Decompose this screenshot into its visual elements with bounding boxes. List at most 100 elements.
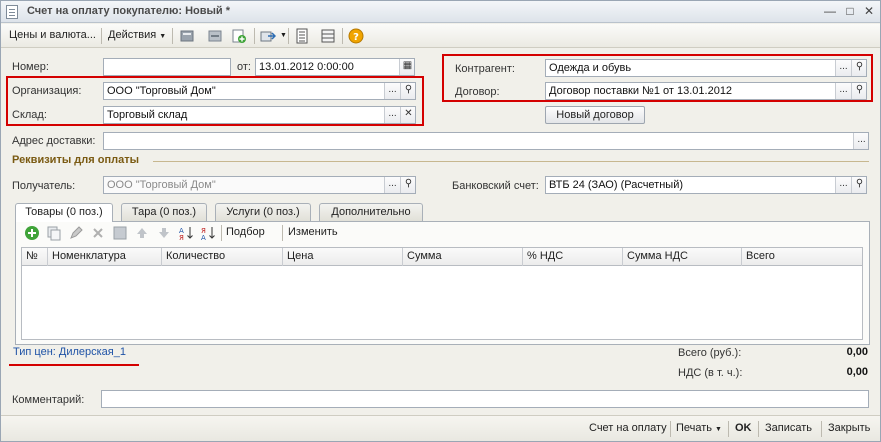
ok-button[interactable]: OK (735, 422, 752, 434)
document-icon (6, 5, 18, 19)
price-type-link[interactable]: Тип цен: Дилерская_1 (13, 346, 126, 358)
svg-text:A: A (201, 234, 206, 241)
sort-ascending-icon[interactable]: AЯ (178, 225, 194, 241)
toolbar-separator (758, 421, 759, 437)
column-header-vat-amount[interactable]: Сумма НДС (623, 248, 742, 266)
prices-currency-button[interactable]: Цены и валюта... (9, 29, 96, 41)
toolbar-separator (221, 225, 222, 241)
toolbar-separator (670, 421, 671, 437)
change-button[interactable]: Изменить (288, 226, 338, 238)
counterparty-field[interactable]: Одежда и обувь ... ⚲ (545, 59, 867, 77)
select-ellipsis-icon[interactable]: ... (835, 83, 851, 99)
maximize-icon[interactable]: □ (842, 4, 858, 19)
number-field[interactable] (103, 58, 231, 76)
close-icon[interactable]: ✕ (861, 4, 877, 19)
column-header-nomenclature[interactable]: Номенклатура (48, 248, 162, 266)
minimize-icon[interactable]: — (822, 4, 838, 19)
invoice-window: Счет на оплату покупателю: Новый * — □ ✕… (0, 0, 881, 442)
recipient-field[interactable]: ООО "Торговый Дом" ... ⚲ (103, 176, 416, 194)
dropdown-caret-icon: ▼ (159, 33, 167, 40)
toolbar-separator (342, 28, 343, 44)
save-row-icon[interactable] (112, 225, 128, 241)
save-button[interactable]: Записать (765, 422, 812, 434)
move-up-icon[interactable] (134, 225, 150, 241)
highlight-underline (9, 364, 139, 366)
column-header-number[interactable]: № (22, 248, 48, 266)
comment-label: Комментарий: (12, 394, 85, 406)
comment-field[interactable] (101, 390, 869, 408)
bank-account-label: Банковский счет: (452, 180, 539, 192)
search-icon[interactable]: ⚲ (851, 83, 866, 99)
new-contract-button[interactable]: Новый договор (545, 106, 645, 124)
select-ellipsis-icon[interactable]: ... (853, 133, 868, 149)
date-value: 13.01.2012 0:00:00 (259, 61, 354, 73)
list-icon[interactable] (320, 28, 336, 44)
movements-icon[interactable] (207, 28, 223, 44)
column-header-price[interactable]: Цена (283, 248, 403, 266)
bank-account-field[interactable]: ВТБ 24 (ЗАО) (Расчетный) ... ⚲ (545, 176, 867, 194)
column-header-vat-rate[interactable]: % НДС (523, 248, 623, 266)
warehouse-field[interactable]: Торговый склад ... ✕ (103, 106, 416, 124)
search-icon[interactable]: ⚲ (400, 177, 415, 193)
post-document-icon[interactable] (179, 28, 195, 44)
help-icon[interactable]: ? (348, 28, 364, 44)
add-row-icon[interactable] (24, 225, 40, 241)
vat-label: НДС (в т. ч.): (678, 367, 743, 379)
bottom-bar: Счет на оплату Печать ▼ OK Записать Закры… (1, 415, 880, 441)
main-toolbar: Цены и валюта... Действия ▼ ▼ ? (1, 24, 880, 48)
recipient-value: ООО "Торговый Дом" (107, 179, 216, 191)
organization-field[interactable]: ООО "Торговый Дом" ... ⚲ (103, 82, 416, 100)
toolbar-separator (254, 28, 255, 44)
search-icon[interactable]: ⚲ (851, 60, 866, 76)
organization-value: ООО "Торговый Дом" (107, 85, 216, 97)
toolbar-separator (101, 28, 102, 44)
select-ellipsis-icon[interactable]: ... (835, 60, 851, 76)
tab-services[interactable]: Услуги (0 поз.) (215, 203, 311, 221)
window-title: Счет на оплату покупателю: Новый * (27, 5, 230, 17)
actions-menu-button[interactable]: Действия ▼ (108, 29, 166, 41)
clear-icon[interactable]: ✕ (400, 107, 415, 123)
select-ellipsis-icon[interactable]: ... (835, 177, 851, 193)
go-to-icon[interactable] (260, 28, 276, 44)
copy-row-icon[interactable] (46, 225, 62, 241)
contract-field[interactable]: Договор поставки №1 от 13.01.2012 ... ⚲ (545, 82, 867, 100)
close-button[interactable]: Закрыть (828, 422, 870, 434)
column-header-quantity[interactable]: Количество (162, 248, 283, 266)
goods-table[interactable]: № Номенклатура Количество Цена Сумма % Н… (21, 247, 863, 340)
toolbar-separator (728, 421, 729, 437)
go-to-caret-icon[interactable]: ▼ (280, 32, 287, 39)
tab-additional[interactable]: Дополнительно (319, 203, 423, 221)
selection-button[interactable]: Подбор (226, 226, 265, 238)
counterparty-label: Контрагент: (455, 63, 515, 75)
svg-text:?: ? (353, 32, 359, 43)
actions-label: Действия (108, 29, 157, 41)
tab-containers[interactable]: Тара (0 поз.) (121, 203, 207, 221)
toolbar-separator (282, 225, 283, 241)
select-ellipsis-icon[interactable]: ... (384, 177, 400, 193)
date-field[interactable]: 13.01.2012 0:00:00 ▦ (255, 58, 415, 76)
search-icon[interactable]: ⚲ (851, 177, 866, 193)
column-header-amount[interactable]: Сумма (403, 248, 523, 266)
print-menu-button[interactable]: Печать ▼ (676, 422, 722, 434)
contract-label: Договор: (455, 86, 500, 98)
select-ellipsis-icon[interactable]: ... (384, 107, 400, 123)
move-down-icon[interactable] (156, 225, 172, 241)
goods-panel: AЯ ЯA Подбор Изменить № Номенклатура Кол… (15, 221, 870, 345)
column-header-total[interactable]: Всего (742, 248, 862, 266)
invoice-print-button[interactable]: Счет на оплату (589, 422, 667, 434)
total-label: Всего (руб.): (678, 347, 742, 359)
delete-row-icon[interactable] (90, 225, 106, 241)
structure-icon[interactable] (294, 28, 310, 44)
delivery-address-field[interactable]: ... (103, 132, 869, 150)
calendar-icon[interactable]: ▦ (399, 59, 414, 75)
select-ellipsis-icon[interactable]: ... (384, 83, 400, 99)
toolbar-separator (288, 28, 289, 44)
vat-value: 0,00 (846, 366, 868, 378)
create-based-icon[interactable] (231, 28, 247, 44)
edit-row-icon[interactable] (68, 225, 84, 241)
recipient-label: Получатель: (12, 180, 76, 192)
search-icon[interactable]: ⚲ (400, 83, 415, 99)
tab-goods[interactable]: Товары (0 поз.) (15, 203, 113, 222)
bank-account-value: ВТБ 24 (ЗАО) (Расчетный) (549, 179, 684, 191)
sort-descending-icon[interactable]: ЯA (200, 225, 216, 241)
